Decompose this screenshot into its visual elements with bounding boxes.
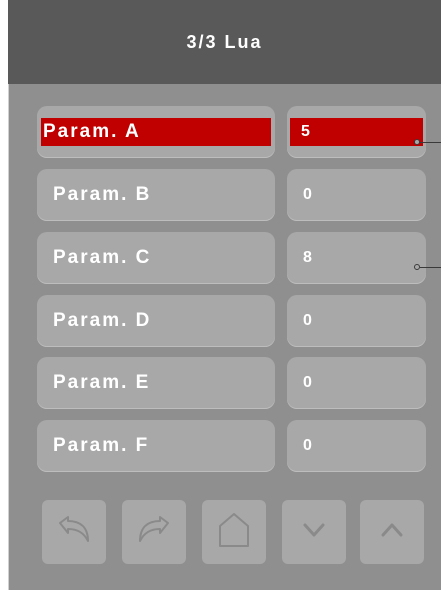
param-a-label: Param. A (43, 121, 141, 142)
param-d-value: 0 (303, 312, 312, 329)
param-f-value-field[interactable]: 0 (287, 420, 426, 472)
param-e-row[interactable]: Param. E (37, 357, 275, 409)
param-d-row[interactable]: Param. D (37, 295, 275, 347)
param-f-value: 0 (303, 437, 312, 454)
connector-line (420, 267, 441, 268)
param-c-label: Param. C (53, 247, 152, 268)
param-a-value: 5 (301, 123, 310, 140)
param-f-label: Param. F (53, 435, 150, 456)
down-button[interactable] (282, 500, 346, 564)
up-button[interactable] (360, 500, 424, 564)
param-d-value-field[interactable]: 0 (287, 295, 426, 347)
param-b-row[interactable]: Param. B (37, 169, 275, 221)
home-icon (216, 510, 252, 555)
connector-line (420, 142, 441, 143)
chevron-down-icon (300, 520, 328, 545)
undo-button[interactable] (42, 500, 106, 564)
page-title: 3/3 Lua (8, 0, 441, 84)
param-d-label: Param. D (53, 310, 152, 331)
redo-icon (136, 515, 172, 550)
param-c-row[interactable]: Param. C (37, 232, 275, 284)
param-b-value-field[interactable]: 0 (287, 169, 426, 221)
param-a-row[interactable]: Param. A (37, 106, 275, 158)
param-c-value-field[interactable]: 8 (287, 232, 426, 284)
param-c-value: 8 (303, 249, 312, 266)
param-b-label: Param. B (53, 184, 152, 205)
param-f-row[interactable]: Param. F (37, 420, 275, 472)
param-b-value: 0 (303, 186, 312, 203)
param-e-value-field[interactable]: 0 (287, 357, 426, 409)
undo-icon (56, 515, 92, 550)
home-button[interactable] (202, 500, 266, 564)
param-e-label: Param. E (53, 372, 151, 393)
param-a-value-field[interactable]: 5 (287, 106, 426, 158)
param-e-value: 0 (303, 374, 312, 391)
redo-button[interactable] (122, 500, 186, 564)
chevron-up-icon (378, 520, 406, 545)
